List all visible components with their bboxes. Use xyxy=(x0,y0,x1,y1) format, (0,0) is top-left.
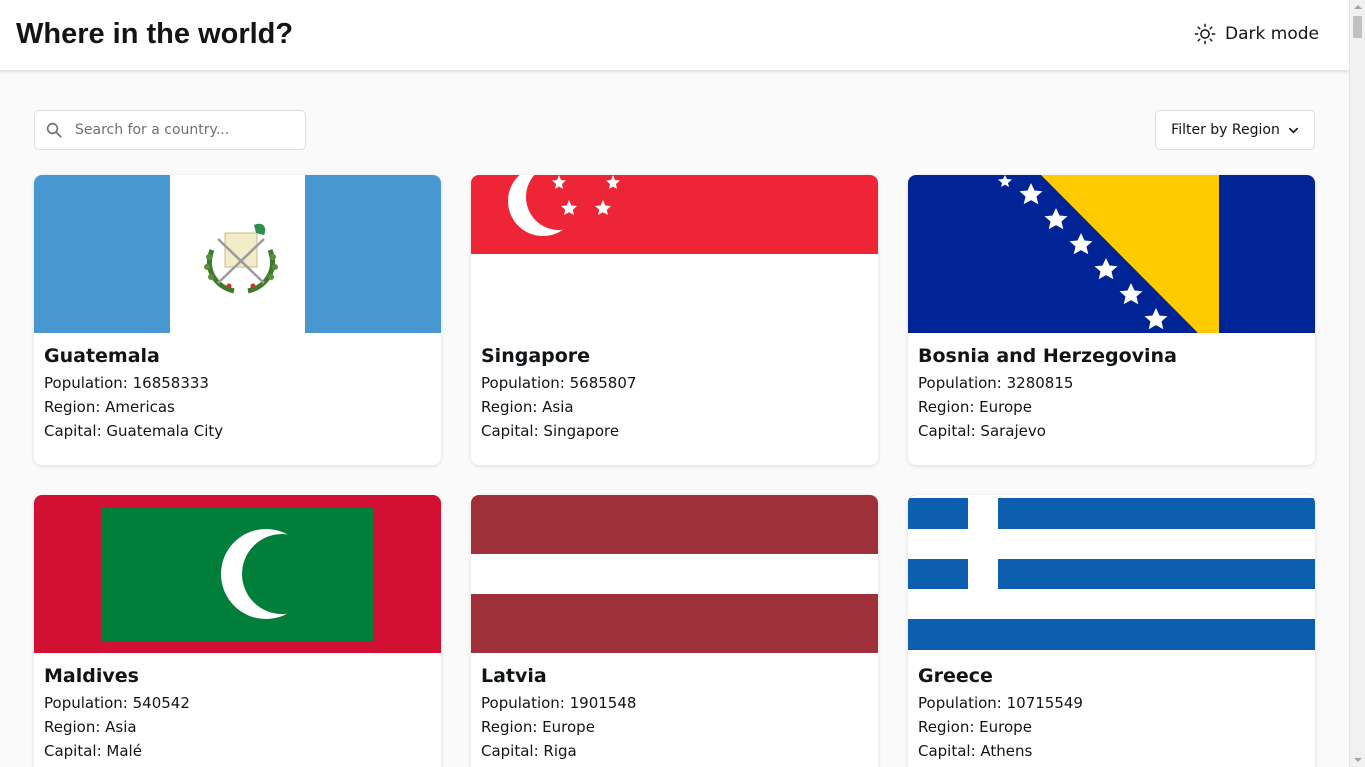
country-population: Population: 1901548 xyxy=(481,694,637,712)
app-title: Where in the world? xyxy=(16,18,294,50)
country-region: Region: Europe xyxy=(481,718,595,736)
bosnia-flag xyxy=(908,175,1315,333)
top-header: Where in the world? Dark mode xyxy=(0,0,1349,71)
search-icon xyxy=(46,122,62,138)
country-name: Guatemala xyxy=(44,345,160,367)
country-region: Region: Europe xyxy=(918,398,1032,416)
region-filter-label: Filter by Region xyxy=(1171,122,1280,138)
search-input[interactable] xyxy=(75,122,275,138)
country-name: Greece xyxy=(918,665,993,687)
country-name: Latvia xyxy=(481,665,547,687)
country-region: Region: Asia xyxy=(44,718,137,736)
country-name: Singapore xyxy=(481,345,591,367)
dark-mode-toggle[interactable]: Dark mode xyxy=(1194,23,1319,45)
chevron-down-icon xyxy=(1288,127,1298,133)
country-capital: Capital: Riga xyxy=(481,742,577,760)
singapore-flag xyxy=(471,175,878,333)
country-card-singapore[interactable]: Singapore Population: 5685807 Region: As… xyxy=(471,175,878,465)
scroll-down-arrow-icon[interactable] xyxy=(1354,758,1362,762)
scroll-up-arrow-icon[interactable] xyxy=(1354,5,1362,9)
page-scrollbar[interactable] xyxy=(1349,0,1365,767)
dark-mode-label: Dark mode xyxy=(1225,24,1319,44)
country-population: Population: 3280815 xyxy=(918,374,1074,392)
country-card-greece[interactable]: Greece Population: 10715549 Region: Euro… xyxy=(908,495,1315,767)
country-capital: Capital: Athens xyxy=(918,742,1033,760)
country-card-bosnia-and-herzegovina[interactable]: Bosnia and Herzegovina Population: 32808… xyxy=(908,175,1315,465)
greece-flag xyxy=(908,495,1315,653)
country-card-guatemala[interactable]: Guatemala Population: 16858333 Region: A… xyxy=(34,175,441,465)
country-region: Region: Americas xyxy=(44,398,175,416)
country-region: Region: Asia xyxy=(481,398,574,416)
latvia-flag xyxy=(471,495,878,653)
country-capital: Capital: Guatemala City xyxy=(44,422,224,440)
sun-icon xyxy=(1194,23,1216,45)
region-filter-dropdown[interactable]: Filter by Region xyxy=(1155,110,1315,150)
country-card-maldives[interactable]: Maldives Population: 540542 Region: Asia… xyxy=(34,495,441,767)
country-population: Population: 10715549 xyxy=(918,694,1083,712)
country-capital: Capital: Malé xyxy=(44,742,142,760)
country-population: Population: 16858333 xyxy=(44,374,209,392)
country-capital: Capital: Singapore xyxy=(481,422,620,440)
country-population: Population: 5685807 xyxy=(481,374,637,392)
search-box[interactable] xyxy=(34,110,306,150)
country-region: Region: Europe xyxy=(918,718,1032,736)
country-card-latvia[interactable]: Latvia Population: 1901548 Region: Europ… xyxy=(471,495,878,767)
country-name: Bosnia and Herzegovina xyxy=(918,345,1177,367)
guatemala-flag xyxy=(34,175,441,333)
country-name: Maldives xyxy=(44,665,139,687)
maldives-flag xyxy=(34,495,441,653)
scrollbar-thumb[interactable] xyxy=(1353,16,1362,38)
country-capital: Capital: Sarajevo xyxy=(918,422,1046,440)
country-population: Population: 540542 xyxy=(44,694,190,712)
